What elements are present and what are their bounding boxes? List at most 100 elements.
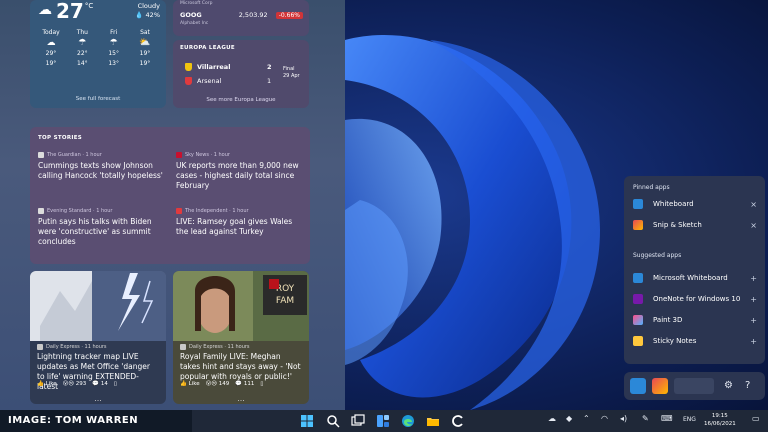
story-title: UK reports more than 9,000 new cases - h… [176,161,299,190]
story-item[interactable]: The Guardian · 1 hour Cummings texts sho… [38,152,166,181]
app-label: Paint 3D [653,316,683,324]
empty-slot[interactable] [674,378,714,394]
gear-icon[interactable]: ⚙ [724,380,733,391]
forecast-day-label: Today [42,29,60,36]
defender-icon[interactable]: ◆ [566,414,572,423]
comments-button[interactable]: 💬 111 [235,381,254,387]
task-view-icon[interactable] [351,414,365,428]
news-card[interactable]: Daily Express · 11 hours Lightning track… [30,271,166,404]
unpin-close-icon[interactable]: × [750,200,757,209]
show-hidden-icons-chevron-icon[interactable]: ⌃ [583,414,590,423]
story-source: The Guardian · 1 hour [38,152,166,158]
top-stories-widget: TOP STORIES The Guardian · 1 hour Cummin… [30,127,310,264]
apps-flyout: Pinned apps Whiteboard × Snip & Sketch ×… [624,176,765,364]
reactions-count[interactable]: 😮😢 149 [206,381,230,387]
onedrive-cloud-icon[interactable]: ☁ [548,414,556,423]
stock-price: 2,503.92 [238,11,268,19]
weather-widget[interactable]: ☁ 27 °C Cloudy 💧 42% Today ☁ 29° 19° Thu… [30,0,166,108]
pen-menu-icon[interactable]: ✎ [642,414,649,423]
pinned-app-snip-sketch[interactable]: Snip & Sketch × [633,220,757,230]
stocks-widget[interactable]: Microsoft Corp GOOG 2,503.92 -0.66% Alph… [173,0,309,36]
unpin-close-icon[interactable]: × [750,221,757,230]
forecast-low: 13° [108,60,119,67]
help-icon[interactable]: ? [745,380,750,391]
language-indicator[interactable]: ENG [683,416,696,423]
droplet-icon: 💧 [135,11,144,19]
comment-icon: 💬 [235,381,243,387]
save-icon[interactable]: ▯ [114,381,117,387]
onenote-icon [633,294,643,304]
story-source-text: Sky News · 1 hour [185,152,230,158]
team-home: Villarreal [185,63,230,71]
forecast-low: 19° [45,60,57,67]
snip-icon[interactable] [652,378,668,394]
more-options-button[interactable]: ... [173,394,309,403]
top-stories-header: TOP STORIES [38,135,83,141]
volume-icon[interactable]: ◂) [620,414,627,423]
whiteboard-icon[interactable] [630,378,646,394]
add-app-icon[interactable]: + [750,295,757,304]
suggested-apps-header: Suggested apps [633,252,682,259]
team-home-name: Villarreal [197,63,231,71]
stock-company-goog: Alphabet Inc [180,21,209,26]
stock-row-goog[interactable]: GOOG 2,503.92 -0.66% [180,11,303,19]
weather-precip-value: 42% [145,11,160,19]
comments-count-value: 14 [100,381,108,387]
suggested-app-ms-whiteboard[interactable]: Microsoft Whiteboard + [633,273,757,283]
suggested-app-paint3d[interactable]: Paint 3D + [633,315,757,325]
pinned-app-whiteboard[interactable]: Whiteboard × [633,199,757,209]
edge-browser-icon[interactable] [401,414,415,428]
snip-icon [633,220,643,230]
story-source: Evening Standard · 1 hour [38,208,166,214]
notification-center-icon[interactable]: ▭ [752,414,760,423]
story-source-text: The Guardian · 1 hour [47,152,102,158]
wifi-icon[interactable]: ◠ [601,414,608,423]
story-item[interactable]: Sky News · 1 hour UK reports more than 9… [176,152,304,191]
suggested-app-sticky-notes[interactable]: Sticky Notes + [633,336,757,346]
suggested-app-onenote[interactable]: OneNote for Windows 10 + [633,294,757,304]
stock-change-badge: -0.66% [275,12,303,19]
search-icon[interactable] [326,414,340,428]
story-item[interactable]: The Independent · 1 hour LIVE: Ramsey go… [176,208,304,237]
see-full-forecast-link[interactable]: See full forecast [30,96,166,102]
like-button[interactable]: 👍 Like [37,381,57,387]
add-app-icon[interactable]: + [750,316,757,325]
keyboard-icon[interactable]: ⌨ [661,414,673,423]
news-source-text: Daily Express · 11 hours [189,344,250,350]
story-title: Putin says his talks with Biden were 'co… [38,217,152,246]
more-options-button[interactable]: ... [30,394,166,403]
save-icon[interactable]: ▯ [260,381,263,387]
add-app-icon[interactable]: + [750,274,757,283]
forecast-high: 19° [139,50,151,57]
match-date: 29 Apr [283,73,300,79]
add-app-icon[interactable]: + [750,337,757,346]
thumbs-up-icon: 👍 [180,381,187,387]
news-image-royal: ROY FAM [173,271,309,341]
forecast-day: Fri ☂ 15° 13° [99,28,129,69]
taskbar-clock[interactable]: 19:15 16/06/2021 [704,412,736,428]
reactions-count-value: 293 [75,381,87,387]
sticky-notes-icon [633,336,643,346]
forecast-day: Today ☁ 29° 19° [36,28,66,69]
widgets-icon[interactable] [376,414,390,428]
like-button[interactable]: 👍 Like [180,381,200,387]
news-card[interactable]: ROY FAM Daily Express · 11 hours Royal F… [173,271,309,404]
news-source: Daily Express · 11 hours [180,344,302,350]
weather-precip: 💧 42% [135,11,160,20]
story-item[interactable]: Evening Standard · 1 hour Putin says his… [38,208,166,247]
reactions-count[interactable]: 😮😢 293 [63,381,87,387]
cloud-icon: ☁ [46,38,56,48]
app-label: Microsoft Whiteboard [653,274,728,282]
rain-icon: ☂ [78,38,87,48]
start-windows-icon[interactable] [300,414,314,428]
cortana-icon[interactable] [451,414,465,428]
file-explorer-icon[interactable] [426,414,440,428]
comments-button[interactable]: 💬 14 [92,381,108,387]
story-source-text: The Independent · 1 hour [185,208,249,214]
see-more-europa-league-link[interactable]: See more Europa League [173,97,309,103]
stock-ticker: GOOG [180,11,202,19]
football-widget[interactable]: EUROPA LEAGUE Villarreal 2 Arsenal 1 Fin… [173,40,309,108]
forecast-high: 29° [45,50,57,57]
rain-icon: ☂ [109,38,118,48]
reactions-count-value: 149 [218,381,230,387]
